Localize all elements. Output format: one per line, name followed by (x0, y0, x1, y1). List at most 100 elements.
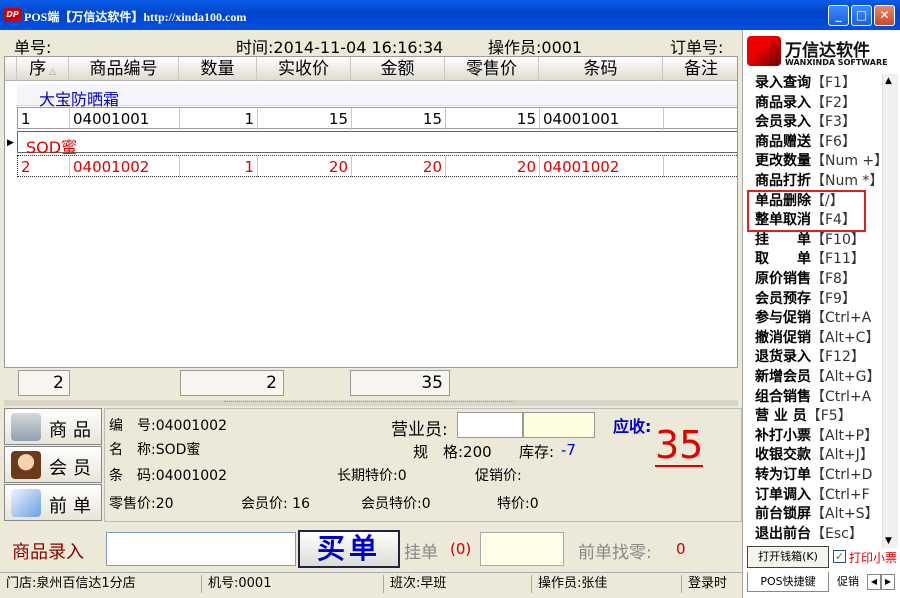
shortcut-key: 【Alt+G】 (811, 369, 881, 385)
summary-amount-total: 35 (350, 370, 450, 396)
status-operator: 操作员:张佳 (534, 575, 682, 593)
entry-bar: 商品录入 买单 挂单 (0) 前单找零: 0 (4, 528, 742, 572)
shortcut-key: 【Alt+S】 (811, 506, 879, 523)
shortcut-item[interactable]: 前台锁屏【Alt+S】 (755, 505, 883, 525)
shortcut-item[interactable]: 会员录入【F3】 (755, 113, 883, 133)
cell-barcode: 04001001 (540, 108, 664, 130)
col-header-code[interactable]: 商品编号 (69, 57, 179, 81)
detail-promo-price: 促销价: (475, 468, 522, 484)
detail-member-price: 会员价: 16 (241, 496, 310, 512)
shortcut-key: 【Esc】 (811, 525, 863, 542)
shortcut-name: 退货录入 (755, 349, 811, 366)
detail-spec: 规 格:200 (413, 443, 492, 461)
group-row-selected[interactable]: SOD蜜 (17, 131, 737, 157)
shortcut-name: 商品赠送 (755, 133, 811, 150)
shortcut-item[interactable]: 挂 单【F10】 (755, 231, 883, 251)
shortcut-item[interactable]: 商品打折【Num *】 (755, 172, 883, 192)
panel-splitter[interactable] (4, 400, 738, 406)
cell-code: 04001001 (70, 108, 180, 130)
shortcut-item[interactable]: 组合销售【Ctrl+A (755, 388, 883, 408)
print-receipt-checkbox[interactable]: ✓ (833, 550, 846, 563)
shortcut-name: 会员录入 (755, 114, 811, 131)
product-entry-input[interactable] (106, 532, 296, 566)
tab-pos-shortcuts[interactable]: POS快捷键 (747, 572, 829, 592)
shortcut-item[interactable]: 退货录入【F12】 (755, 348, 883, 368)
shortcut-name: 新增会员 (755, 369, 811, 385)
shortcut-item[interactable]: 商品录入【F2】 (755, 94, 883, 114)
shortcut-item[interactable]: 原价销售【F8】 (755, 270, 883, 290)
tab-previous-order[interactable]: 前单 (4, 484, 102, 521)
salesperson-name-field[interactable] (523, 412, 595, 438)
shortcut-key: 【Ctrl+D (811, 467, 873, 483)
shortcut-name: 收银交款 (755, 447, 811, 464)
shortcut-name: 商品录入 (755, 94, 811, 111)
shortcut-item[interactable]: 参与促销【Ctrl+A (755, 309, 883, 329)
amount-due-label: 应收: (613, 417, 652, 436)
col-header-retail[interactable]: 零售价 (445, 57, 539, 81)
status-shift: 班次:早班 (386, 575, 532, 593)
shortcut-name: 会员预存 (755, 290, 811, 307)
shortcut-item[interactable]: 更改数量【Num +】 (755, 152, 883, 172)
highlight-box (747, 190, 866, 232)
shortcut-item[interactable]: 取 单【F11】 (755, 250, 883, 270)
tab-product[interactable]: 商品 (4, 408, 102, 445)
shortcut-name: 订单调入 (755, 486, 811, 503)
logo-en: WANXINDA SOFTWARE (785, 58, 888, 67)
shortcut-name: 转为订单 (755, 467, 811, 483)
tab-next-icon[interactable]: ▶ (881, 574, 895, 590)
scroll-down-icon[interactable]: ▼ (885, 536, 892, 546)
change-value: 0 (676, 540, 686, 558)
buy-button[interactable]: 买单 (298, 530, 400, 568)
cell-note (664, 108, 737, 130)
col-header-qty[interactable]: 数量 (179, 57, 257, 81)
hang-input[interactable] (480, 532, 564, 566)
group-row[interactable]: 大宝防晒霜 (17, 84, 737, 109)
tab-promo[interactable]: 促销 (831, 572, 865, 592)
shortcut-name: 撤消促销 (755, 329, 811, 346)
order-ref-label: 订单号: (670, 38, 724, 57)
print-receipt-label: 打印小票 (849, 551, 898, 565)
close-button[interactable]: ✕ (874, 5, 895, 26)
maximize-button[interactable]: □ (851, 5, 872, 26)
table-row-selected[interactable]: 2 04001002 1 20 20 20 04001002 (17, 155, 737, 178)
shortcut-key: 【F1】 (811, 75, 856, 91)
shortcut-item[interactable]: 录入查询【F1】 (755, 74, 883, 94)
shortcut-item[interactable]: 商品赠送【F6】 (755, 133, 883, 153)
cell-note (664, 156, 737, 178)
shortcut-item[interactable]: 收银交款【Alt+J】 (755, 446, 883, 466)
tab-member[interactable]: 会员 (4, 446, 102, 483)
items-grid[interactable]: 序 △ 商品编号 数量 实收价 金额 零售价 条码 备注 大宝防晒霜 1 040… (4, 56, 738, 368)
col-header-barcode[interactable]: 条码 (539, 57, 663, 81)
shortcut-item[interactable]: 新增会员【Alt+G】 (755, 368, 883, 388)
shortcut-scrollbar[interactable]: ▲ ▼ (882, 74, 898, 548)
shortcut-item[interactable]: 订单调入【Ctrl+F (755, 486, 883, 506)
status-store: 门店:泉州百信达1分店 (2, 575, 202, 593)
tab-prev-icon[interactable]: ◀ (867, 574, 881, 590)
shortcut-key: 【F6】 (811, 133, 856, 150)
salesperson-input[interactable] (457, 412, 523, 438)
shortcut-key: 【F5】 (806, 408, 852, 425)
shortcut-key: 【F9】 (811, 290, 856, 307)
shortcut-item[interactable]: 转为订单【Ctrl+D (755, 466, 883, 486)
shortcut-item[interactable]: 营 业 员【F5】 (755, 407, 883, 427)
shortcut-name: 取 单 (755, 251, 811, 268)
receipt-icon (11, 489, 41, 517)
col-header-note[interactable]: 备注 (663, 57, 737, 81)
shortcut-pane: 万信达软件 WANXINDA SOFTWARE 录入查询【F1】 商品录入【F2】… (742, 30, 900, 598)
minimize-button[interactable]: _ (828, 5, 849, 26)
shortcut-item[interactable]: 补打小票【Alt+P】 (755, 427, 883, 447)
shortcut-name: 参与促销 (755, 310, 811, 327)
col-header-price[interactable]: 实收价 (257, 57, 351, 81)
scroll-up-icon[interactable]: ▲ (885, 76, 892, 86)
cell-retail: 20 (446, 156, 540, 178)
col-header-amount[interactable]: 金额 (351, 57, 445, 81)
order-operator: 操作员:0001 (488, 38, 583, 57)
order-info-bar: 单号: 时间:2014-11-04 16:16:34 操作员:0001 订单号: (4, 30, 742, 57)
table-row[interactable]: 1 04001001 1 15 15 15 04001001 (17, 107, 737, 130)
open-drawer-button[interactable]: 打开钱箱(K) (747, 546, 829, 568)
shortcut-name: 补打小票 (755, 427, 811, 444)
shortcut-item[interactable]: 会员预存【F9】 (755, 290, 883, 310)
shortcut-item[interactable]: 退出前台【Esc】 (755, 525, 883, 545)
shortcut-item[interactable]: 撤消促销【Alt+C】 (755, 329, 883, 349)
col-header-seq[interactable]: 序 △ (17, 57, 69, 81)
